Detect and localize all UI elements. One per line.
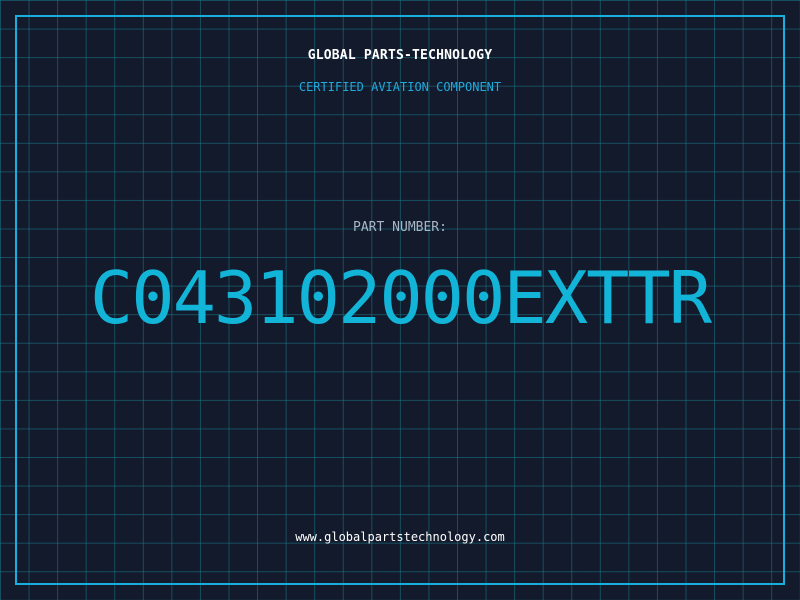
website-url: www.globalpartstechnology.com: [295, 530, 505, 544]
part-number-value: C043102000EXTTR: [89, 256, 712, 340]
certification-subtitle: CERTIFIED AVIATION COMPONENT: [298, 80, 502, 94]
part-number-label: PART NUMBER:: [353, 220, 447, 235]
part-label-canvas: GLOBAL PARTS-TECHNOLOGY CERTIFIED AVIATI…: [0, 0, 800, 600]
company-name: GLOBAL PARTS-TECHNOLOGY: [307, 48, 493, 63]
